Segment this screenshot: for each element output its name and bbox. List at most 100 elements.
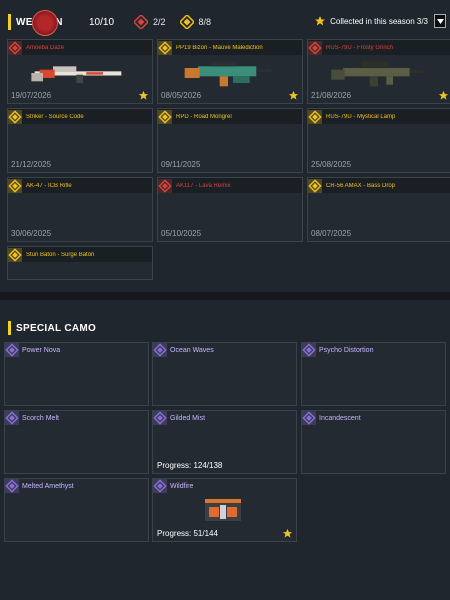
camo-badge-icon: [5, 479, 19, 493]
weapon-date: 08/07/2025: [311, 229, 352, 238]
section-accent-bar: [8, 321, 11, 335]
star-icon: [288, 90, 299, 100]
weapon-card[interactable]: RPD - Road Mongrel 09/11/2025: [157, 108, 303, 173]
camo-name: Wildfire: [170, 482, 194, 490]
weapon-name: Stun Baton - Surge Baton: [26, 251, 95, 258]
camo-card[interactable]: Power Nova: [4, 342, 149, 406]
camo-card-header: Wildfire: [153, 479, 296, 493]
gold-tier-icon: [179, 15, 194, 29]
gold-tier-badge-icon: [8, 247, 22, 262]
gold-tier-badge-icon: [8, 178, 22, 193]
gold-tier-badge-icon: [8, 109, 22, 124]
camo-name: Ocean Waves: [170, 346, 214, 354]
dropdown-button[interactable]: [434, 14, 446, 28]
red-tier-badge-icon: [8, 40, 22, 55]
camo-name: Incandescent: [319, 414, 361, 422]
weapon-count: 10/10: [89, 16, 115, 28]
camo-card-header: Psycho Distortion: [302, 343, 445, 357]
camo-card-header: Scorch Melt: [5, 411, 148, 425]
camo-section-title: SPECIAL CAMO: [16, 322, 97, 334]
camo-badge-icon: [5, 343, 19, 357]
gold-tier-badge-icon: [308, 178, 322, 193]
gold-tier-badge-icon: [158, 40, 172, 55]
camo-card-header: Power Nova: [5, 343, 148, 357]
weapon-card-header: PP19 Bizon - Mauve Malediction: [158, 40, 302, 55]
camo-badge-icon: [302, 343, 316, 357]
weapon-date: 19/07/2026: [11, 91, 52, 100]
weapon-card[interactable]: Amoeba Daze 19/07/2026: [7, 39, 153, 104]
camo-badge-icon: [302, 411, 316, 425]
red-tier-badge-icon: [158, 178, 172, 193]
red-tier-count: 2/2: [153, 17, 166, 27]
weapon-card-header: RUS-79U - Mystical Lamp: [308, 109, 450, 124]
camo-badge-icon: [153, 411, 167, 425]
camo-card-header: Melted Amethyst: [5, 479, 148, 493]
weapon-date: 21/12/2025: [11, 160, 52, 169]
gold-tier-badge-icon: [158, 109, 172, 124]
camo-card[interactable]: Gilded Mist Progress: 124/138: [152, 410, 297, 474]
camo-card[interactable]: Ocean Waves: [152, 342, 297, 406]
star-icon: [138, 90, 149, 100]
smg-icon: [184, 61, 272, 87]
camo-card[interactable]: Scorch Melt: [4, 410, 149, 474]
weapon-card[interactable]: AK-47 - ICB Rifle 30/06/2025: [7, 177, 153, 242]
camo-name: Psycho Distortion: [319, 346, 374, 354]
star-icon: [438, 90, 449, 100]
camo-badge-icon: [5, 411, 19, 425]
weapon-date: 05/10/2025: [161, 229, 202, 238]
weapon-name: Amoeba Daze: [26, 44, 65, 51]
weapon-date: 08/05/2026: [161, 91, 202, 100]
red-tier-icon: [134, 15, 149, 29]
weapon-date: 21/08/2026: [311, 91, 352, 100]
weapon-card-header: RPD - Road Mongrel: [158, 109, 302, 124]
chevron-down-icon: [436, 18, 444, 24]
camo-progress: Progress: 124/138: [157, 461, 223, 470]
camo-card[interactable]: Incandescent: [301, 410, 446, 474]
weapon-name: AK117 - Lava Remix: [176, 182, 231, 189]
weapon-header: WEAPON 10/10 2/2 8/8 Collected in this s…: [0, 8, 450, 36]
camo-name: Scorch Melt: [22, 414, 59, 422]
rifle-icon: [331, 61, 425, 87]
weapon-card[interactable]: Stun Baton - Surge Baton: [7, 246, 153, 280]
weapon-card[interactable]: Striker - Source Code 21/12/2025: [7, 108, 153, 173]
sniper-rifle-icon: [31, 66, 122, 83]
weapon-card[interactable]: CR-56 AMAX - Bass Drop 08/07/2025: [307, 177, 450, 242]
weapon-name: RUS-79U - Frosty Grinch: [326, 44, 394, 51]
weapon-card[interactable]: RUS-79U - Mystical Lamp 25/08/2025: [307, 108, 450, 173]
red-tier-badge-icon: [308, 40, 322, 55]
camo-card[interactable]: Wildfire Progress: 51/144: [152, 478, 297, 542]
gold-tier-badge-icon: [308, 109, 322, 124]
weapon-name: RUS-79U - Mystical Lamp: [326, 113, 396, 120]
weapon-card-header: Amoeba Daze: [8, 40, 152, 55]
weapon-date: 30/06/2025: [11, 229, 52, 238]
camo-badge-icon: [153, 479, 167, 493]
season-collected-text: Collected in this season 3/3: [330, 16, 428, 26]
weapon-card-header: AK117 - Lava Remix: [158, 178, 302, 193]
weapon-card-header: Stun Baton - Surge Baton: [8, 247, 152, 262]
camo-badge-icon: [153, 343, 167, 357]
weapon-card[interactable]: AK117 - Lava Remix 05/10/2025: [157, 177, 303, 242]
weapon-date: 25/08/2025: [311, 160, 352, 169]
camo-name: Melted Amethyst: [22, 482, 74, 490]
star-icon: [315, 16, 326, 26]
season-info: Collected in this season 3/3: [314, 14, 446, 28]
camo-card-header: Gilded Mist: [153, 411, 296, 425]
weapon-card[interactable]: PP19 Bizon - Mauve Malediction 08/05/2026: [157, 39, 303, 104]
camo-card[interactable]: Melted Amethyst: [4, 478, 149, 542]
weapon-card-header: Striker - Source Code: [8, 109, 152, 124]
camo-header: SPECIAL CAMO: [0, 320, 96, 336]
weapon-card-header: AK-47 - ICB Rifle: [8, 178, 152, 193]
weapon-name: RPD - Road Mongrel: [176, 113, 232, 120]
weapon-name: PP19 Bizon - Mauve Malediction: [176, 44, 263, 51]
weapon-name: Striker - Source Code: [26, 113, 84, 120]
camo-name: Gilded Mist: [170, 414, 206, 422]
weapon-emblem: [32, 10, 58, 36]
weapon-card-header: RUS-79U - Frosty Grinch: [308, 40, 450, 55]
gold-tier-count: 8/8: [198, 17, 212, 27]
camo-card[interactable]: Psycho Distortion: [301, 342, 446, 406]
weapon-card[interactable]: RUS-79U - Frosty Grinch 21/08/2026: [307, 39, 450, 104]
section-accent-bar: [8, 14, 11, 30]
section-divider: [0, 292, 450, 300]
camo-card-header: Ocean Waves: [153, 343, 296, 357]
weapon-name: CR-56 AMAX - Bass Drop: [326, 182, 396, 189]
